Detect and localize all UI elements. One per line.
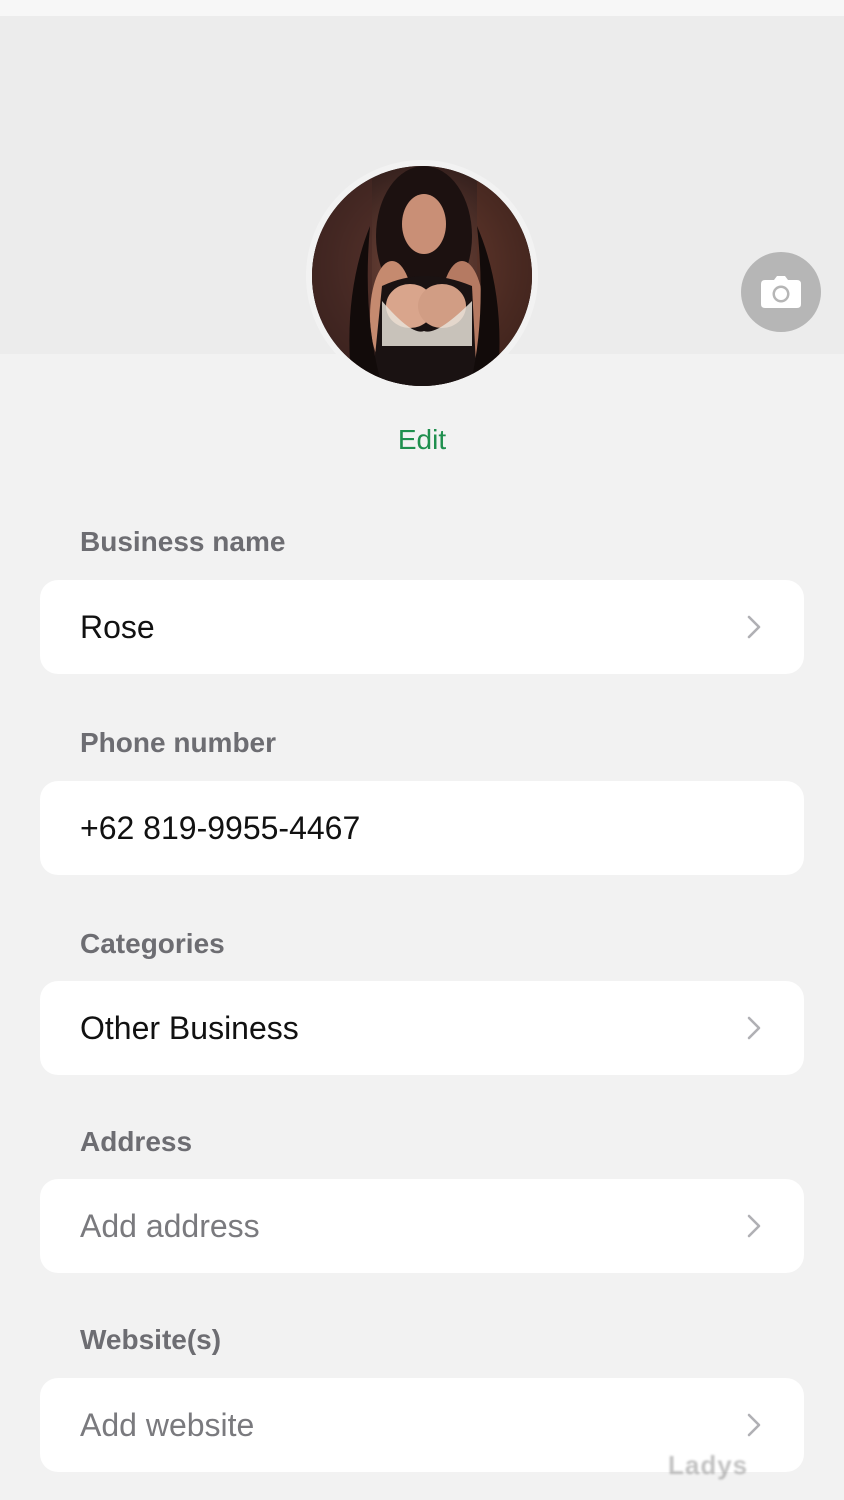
- chevron-right-icon: [744, 1013, 764, 1043]
- business-name-value: Rose: [80, 608, 155, 645]
- avatar[interactable]: [306, 160, 538, 392]
- profile-photo: [312, 166, 532, 386]
- address-label: Address: [80, 1126, 193, 1157]
- business-name-field[interactable]: Rose: [40, 580, 804, 674]
- chevron-right-icon: [744, 1410, 764, 1440]
- phone-number-field: +62 819-9955-4467: [40, 781, 804, 875]
- categories-value: Other Business: [80, 1009, 299, 1046]
- website-placeholder: Add website: [80, 1406, 255, 1443]
- chevron-right-icon: [744, 1211, 764, 1241]
- edit-photo-link[interactable]: Edit: [0, 424, 844, 456]
- categories-label: Categories: [80, 928, 225, 959]
- watermark: Ladys: [668, 1450, 749, 1480]
- phone-number-value: +62 819-9955-4467: [80, 809, 361, 846]
- address-field[interactable]: Add address: [40, 1179, 804, 1273]
- business-profile-screen: Edit Business name Rose Phone number +62…: [0, 0, 844, 1500]
- address-placeholder: Add address: [80, 1207, 260, 1244]
- website-label: Website(s): [80, 1324, 222, 1355]
- categories-field[interactable]: Other Business: [40, 981, 804, 1075]
- phone-number-label: Phone number: [80, 727, 277, 758]
- change-cover-button[interactable]: [741, 252, 821, 332]
- chevron-right-icon: [744, 612, 764, 642]
- status-strip: [0, 0, 844, 16]
- business-name-label: Business name: [80, 526, 286, 557]
- camera-icon: [761, 276, 801, 308]
